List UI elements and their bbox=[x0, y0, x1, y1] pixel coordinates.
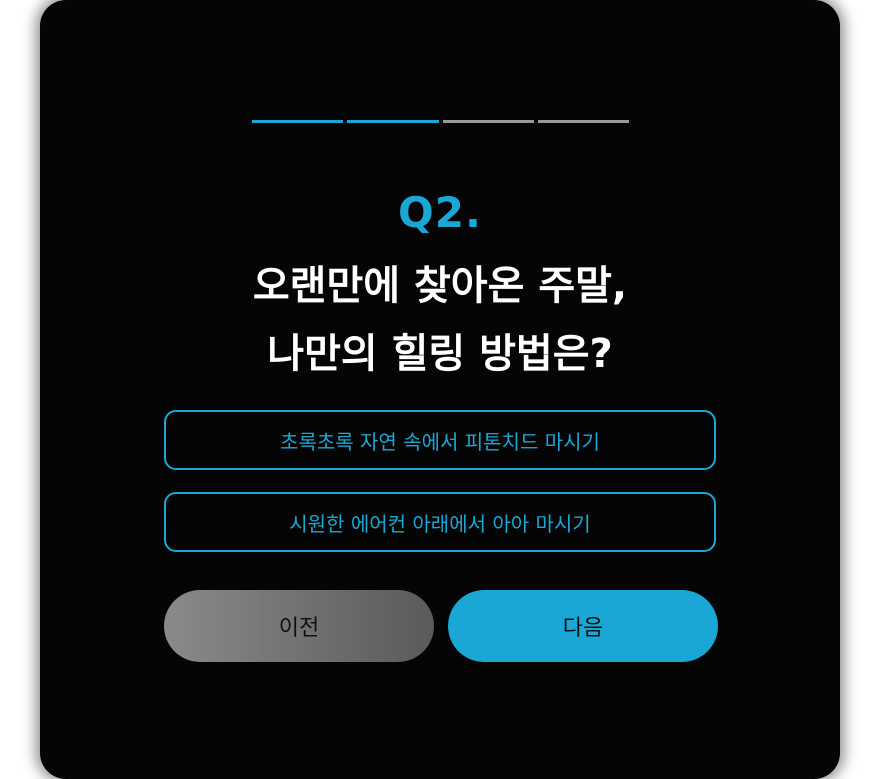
answer-option-1[interactable]: 초록초록 자연 속에서 피톤치드 마시기 bbox=[164, 410, 716, 470]
quiz-card bbox=[40, 0, 840, 779]
progress-segment-1 bbox=[252, 120, 344, 123]
question-title-line-1: 오랜만에 찾아온 주말, bbox=[252, 263, 628, 309]
prev-button[interactable]: 이전 bbox=[164, 590, 434, 662]
progress-segment-3 bbox=[442, 120, 534, 123]
question-title: 오랜만에 찾아온 주말, 나만의 힐링 방법은? bbox=[0, 252, 880, 388]
progress-segment-4 bbox=[537, 120, 629, 123]
question-number: Q2. bbox=[398, 188, 482, 237]
progress-segment-2 bbox=[347, 120, 439, 123]
next-button[interactable]: 다음 bbox=[448, 590, 718, 662]
progress-bar bbox=[252, 120, 629, 123]
answer-option-2[interactable]: 시원한 에어컨 아래에서 아아 마시기 bbox=[164, 492, 716, 552]
question-title-line-2: 나만의 힐링 방법은? bbox=[267, 331, 613, 377]
